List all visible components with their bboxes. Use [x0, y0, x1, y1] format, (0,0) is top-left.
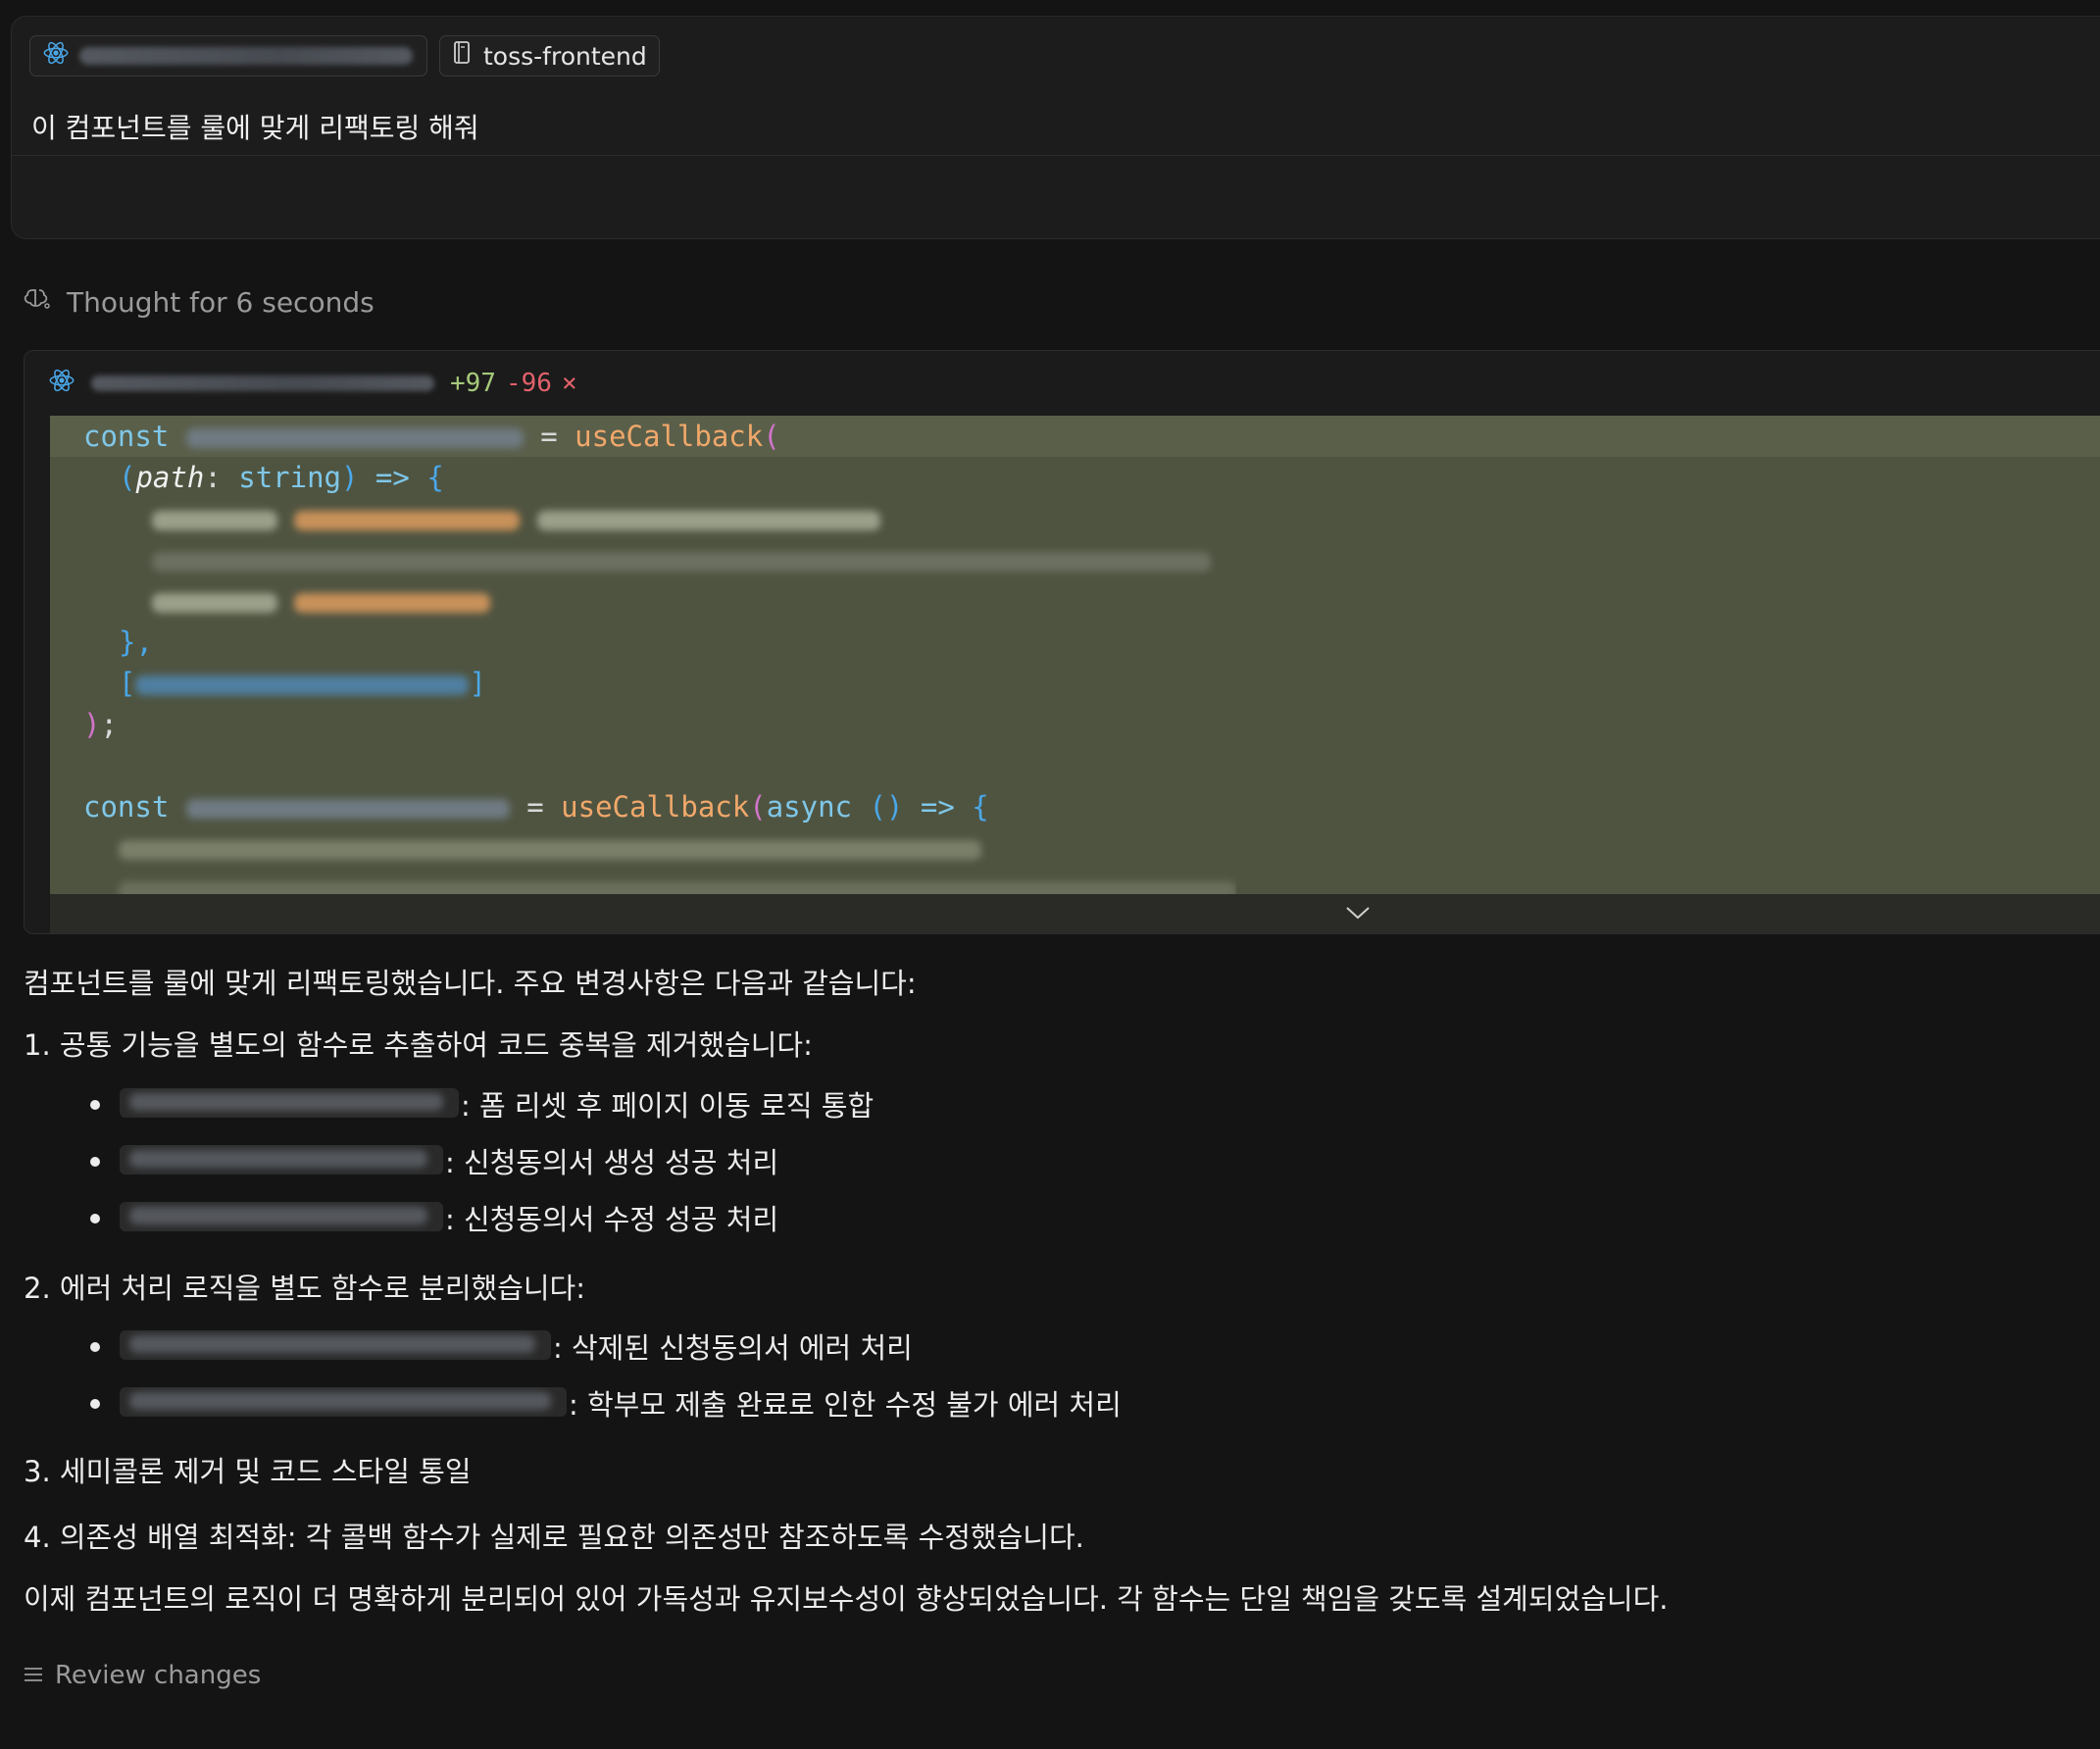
code-line-redacted — [50, 539, 1211, 580]
deletions-count: -96 — [505, 369, 552, 398]
prompt-card: toss-frontend 이 컴포넌트를 룰에 맞게 리팩토링 해줘 — [11, 16, 2100, 239]
bullet-dot — [90, 1342, 100, 1352]
function-name-redacted — [120, 1387, 567, 1417]
response-item-2: 2. 에러 처리 로직을 별도 함수로 분리했습니다: — [24, 1272, 585, 1305]
code-line-redacted — [50, 869, 1236, 894]
code-line: [] — [119, 667, 486, 700]
list-icon — [24, 1661, 43, 1690]
prompt-divider — [12, 155, 2100, 156]
response-item-1-bullet-1: : 폼 리셋 후 페이지 이동 로직 통합 — [461, 1089, 875, 1123]
dismiss-diff-icon[interactable]: × — [562, 369, 577, 398]
function-name-redacted — [120, 1202, 443, 1231]
function-name-redacted — [120, 1145, 443, 1174]
response-conclusion: 이제 컴포넌트의 로직이 더 명확하게 분리되어 있어 가독성과 유지보수성이 … — [24, 1582, 1669, 1616]
response-item-2-bullet-1: : 삭제된 신청동의서 에러 처리 — [553, 1331, 913, 1365]
react-icon — [42, 39, 70, 73]
file-name-redacted — [79, 47, 413, 65]
response-item-2-bullet-2: : 학부모 제출 완료로 인한 수정 불가 에러 처리 — [569, 1388, 1122, 1422]
context-chips: toss-frontend — [29, 35, 660, 76]
react-icon — [48, 367, 75, 401]
chevron-down-icon[interactable] — [1344, 904, 1372, 925]
code-line-redacted — [50, 498, 880, 539]
review-changes-button[interactable]: Review changes — [24, 1661, 261, 1690]
diff-header: +97 -96 × — [25, 351, 2100, 416]
repo-context-chip[interactable]: toss-frontend — [439, 35, 660, 76]
thought-label: Thought for 6 seconds — [67, 286, 375, 319]
code-line: const = useCallback(async () => { — [83, 790, 989, 824]
code-line: ); — [83, 708, 118, 741]
response-intro: 컴포넌트를 룰에 맞게 리팩토링했습니다. 주요 변경사항은 다음과 같습니다: — [24, 967, 917, 1000]
brain-icon — [24, 286, 53, 319]
bullet-dot — [90, 1157, 100, 1167]
prompt-message: 이 컴포넌트를 룰에 맞게 리팩토링 해줘 — [31, 112, 479, 144]
code-line-redacted — [50, 580, 491, 622]
code-line: const = useCallback( — [50, 416, 2100, 457]
thought-toggle[interactable]: Thought for 6 seconds — [24, 286, 375, 319]
repo-icon — [452, 40, 474, 72]
function-name-redacted — [120, 1330, 551, 1360]
bullet-dot — [90, 1214, 100, 1224]
bullet-dot — [90, 1100, 100, 1110]
review-changes-label: Review changes — [55, 1661, 262, 1690]
code-line: }, — [119, 625, 153, 659]
function-name-redacted — [120, 1088, 459, 1118]
code-view: const = useCallback( (path: string) => {… — [50, 416, 2100, 894]
response-item-3: 3. 세미콜론 제거 및 코드 스타일 통일 — [24, 1455, 472, 1488]
code-line-redacted — [50, 827, 981, 869]
file-context-chip[interactable] — [29, 35, 427, 76]
bullet-dot — [90, 1399, 100, 1409]
response-item-4: 4. 의존성 배열 최적화: 각 콜백 함수가 실제로 필요한 의존성만 참조하… — [24, 1521, 1084, 1554]
code-diff-card: +97 -96 × const = useCallback( (path: st… — [24, 350, 2100, 934]
repo-chip-label: toss-frontend — [483, 41, 647, 71]
code-line: (path: string) => { — [119, 461, 444, 494]
diff-file-name-redacted — [91, 375, 434, 391]
additions-count: +97 — [450, 369, 496, 398]
response-item-1: 1. 공통 기능을 별도의 함수로 추출하여 코드 중복을 제거했습니다: — [24, 1028, 813, 1062]
expand-code-bar[interactable] — [50, 894, 2100, 933]
response-item-1-bullet-3: : 신청동의서 수정 성공 처리 — [445, 1203, 779, 1236]
response-item-1-bullet-2: : 신청동의서 생성 성공 처리 — [445, 1146, 779, 1179]
